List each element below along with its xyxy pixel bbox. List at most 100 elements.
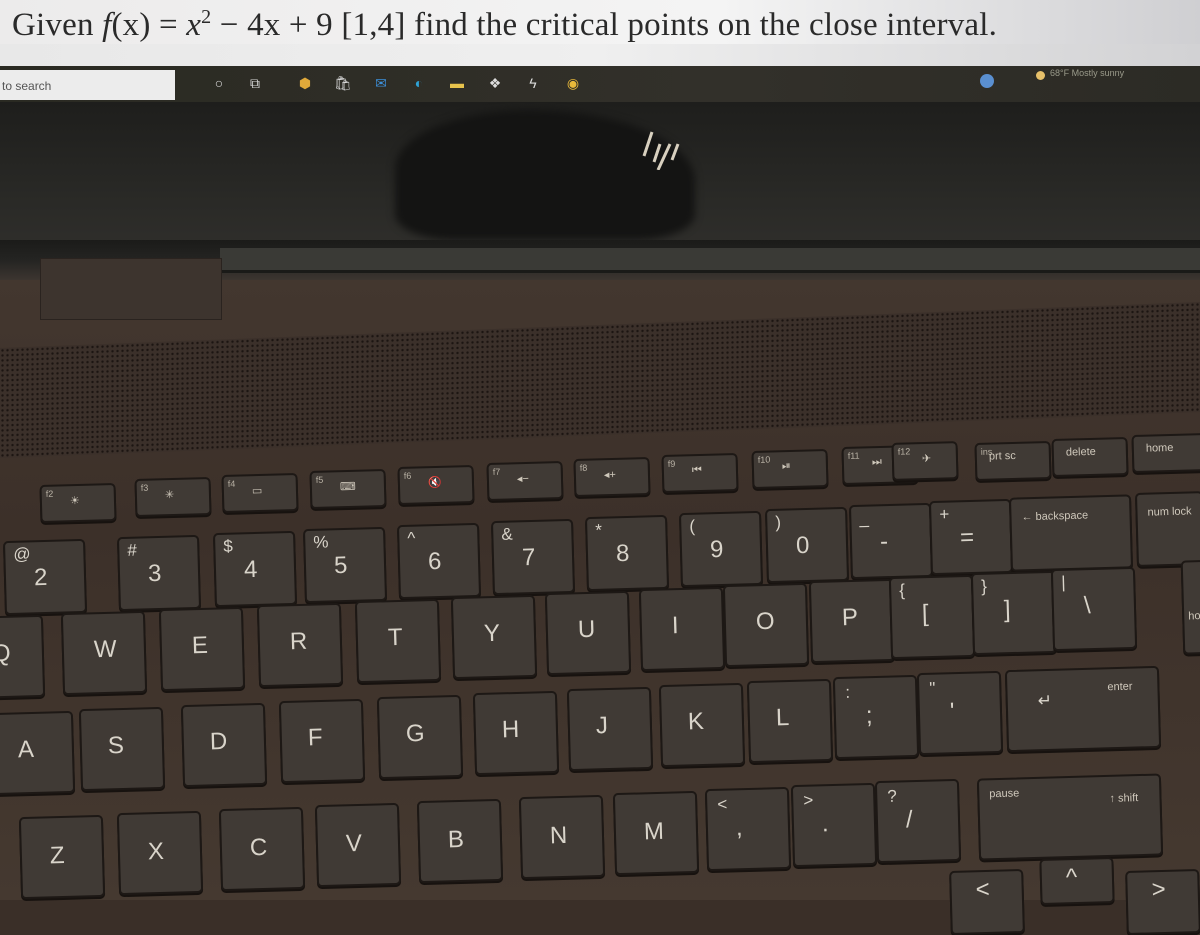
key-=[interactable]: + = xyxy=(928,498,1014,576)
key-H[interactable]: H xyxy=(472,690,560,776)
key-label: R xyxy=(289,627,308,656)
key-N[interactable]: N xyxy=(518,794,606,880)
key-X[interactable]: X xyxy=(116,810,204,896)
key-enter[interactable]: ↵ enter xyxy=(1004,665,1162,753)
key-P[interactable]: P xyxy=(808,578,896,664)
key-shift-label: ↵ xyxy=(1037,690,1053,711)
key-\[interactable]: | \ xyxy=(1050,566,1138,652)
key-J[interactable]: J xyxy=(566,686,654,772)
key-L[interactable]: L xyxy=(746,678,834,764)
key-shift-label: ? xyxy=(887,786,898,806)
fn-key-f7[interactable]: f7 ◂− xyxy=(486,460,564,502)
key-6[interactable]: ^ 6 xyxy=(396,522,482,600)
key-label: ^ xyxy=(1065,863,1078,892)
dropbox-icon[interactable]: ❖ xyxy=(486,74,504,92)
key-label: C xyxy=(249,833,268,862)
key-4[interactable]: $4 xyxy=(212,530,298,608)
hinge-bar xyxy=(220,248,1200,273)
key-/[interactable]: ? / xyxy=(874,778,962,864)
key-A[interactable]: A xyxy=(0,710,76,796)
key-B[interactable]: B xyxy=(416,798,504,884)
key-T[interactable]: T xyxy=(354,598,442,684)
key-Y[interactable]: Y xyxy=(450,594,538,680)
key-label: . xyxy=(821,810,830,838)
fn-key-f2[interactable]: f2 ☀ xyxy=(39,482,117,524)
fn-key-f3[interactable]: f3 ✳ xyxy=(134,476,212,518)
key-][interactable]: }] xyxy=(970,570,1058,656)
fn-key-f9[interactable]: f9 ⏮ xyxy=(661,452,739,494)
key-5[interactable]: % 5 xyxy=(302,526,388,604)
key-[[interactable]: {[ xyxy=(888,574,976,660)
fn-key-delete[interactable]: delete xyxy=(1051,436,1129,478)
key-;[interactable]: :; xyxy=(832,674,920,760)
key-.[interactable]: >. xyxy=(790,782,878,868)
key-W[interactable]: W xyxy=(60,610,148,696)
question-prefix: Given xyxy=(12,7,103,43)
arrow-key-right[interactable]: > xyxy=(1125,868,1200,935)
office-icon[interactable]: ⬢ xyxy=(296,74,314,92)
app-bolt-icon[interactable]: ϟ xyxy=(524,74,542,92)
key-I[interactable]: I xyxy=(638,586,726,672)
key-label: 8 xyxy=(615,539,630,568)
mail-icon[interactable]: ✉ xyxy=(372,74,390,92)
key-Z[interactable]: Z xyxy=(18,814,106,900)
chrome-icon[interactable]: ◉ xyxy=(564,74,582,92)
key-3[interactable]: #3 xyxy=(116,534,202,612)
key-label: 🔇 xyxy=(427,476,442,490)
key-label: P xyxy=(841,603,859,632)
arrow-key-up[interactable]: ^ xyxy=(1039,856,1115,906)
fn-key-f6[interactable]: f6 🔇 xyxy=(397,464,475,506)
cortana-circle-icon[interactable]: ○ xyxy=(210,74,228,92)
fn-key-f12[interactable]: f12 ✈ xyxy=(891,441,959,481)
key-label: ✈ xyxy=(921,452,932,466)
fn-key-home[interactable]: home xyxy=(1131,432,1200,474)
fn-key-f4[interactable]: f4 ▭ xyxy=(221,472,299,514)
key-label: 0 xyxy=(795,531,810,560)
key-num-lock[interactable]: num lock xyxy=(1134,491,1200,567)
key-M[interactable]: M xyxy=(612,790,700,876)
key-O[interactable]: O xyxy=(722,582,810,668)
fn-key-f10[interactable]: f10 ⏯ xyxy=(751,448,829,490)
key-F[interactable]: F xyxy=(278,698,366,784)
key-D[interactable]: D xyxy=(180,702,268,788)
fn-key-f5[interactable]: f5 ⌨ xyxy=(309,468,387,510)
key-label: S xyxy=(107,731,125,760)
key-0[interactable]: ) 0 xyxy=(764,506,850,584)
store-icon[interactable]: 🛍 xyxy=(334,74,352,92)
key-R[interactable]: R xyxy=(256,602,344,688)
file-explorer-icon[interactable]: ▬ xyxy=(448,74,466,92)
task-view-icon[interactable]: ⧉ xyxy=(246,74,264,92)
fn-key-ins[interactable]: ins prt sc xyxy=(974,440,1052,482)
key-C[interactable]: C xyxy=(218,806,306,892)
key-label: O xyxy=(755,607,775,636)
fn-key-f8[interactable]: f8 ◂+ xyxy=(573,456,651,498)
key-8[interactable]: * 8 xyxy=(584,514,670,592)
key-U[interactable]: U xyxy=(544,590,632,676)
fn-label: f7 xyxy=(492,466,501,477)
key-label: 5 xyxy=(333,551,348,580)
key--[interactable]: _ - xyxy=(848,502,934,580)
key-K[interactable]: K xyxy=(658,682,746,768)
edge-icon[interactable]: ◐ xyxy=(410,74,428,92)
weather-widget[interactable]: 68°F Mostly sunny xyxy=(1050,68,1124,78)
key-V[interactable]: V xyxy=(314,802,402,888)
key-←-backspace[interactable]: ← backspace xyxy=(1008,494,1134,572)
key-S[interactable]: S xyxy=(78,706,166,792)
fn-label: f10 xyxy=(757,454,771,465)
expr-rest: − 4x + 9 [1,4] find the critical points … xyxy=(211,7,998,43)
key-home-partial[interactable]: ho xyxy=(1180,559,1200,655)
help-icon[interactable] xyxy=(980,74,994,88)
key-,[interactable]: <, xyxy=(704,786,792,872)
key-G[interactable]: G xyxy=(376,694,464,780)
arrow-key-left[interactable]: < xyxy=(949,868,1025,935)
key-'[interactable]: " ' xyxy=(916,670,1004,756)
weather-sun-icon[interactable] xyxy=(1036,71,1045,80)
taskbar-search-placeholder[interactable]: to search xyxy=(2,79,51,93)
key-E[interactable]: E xyxy=(158,606,246,692)
key-7[interactable]: & 7 xyxy=(490,518,576,596)
key-label: H xyxy=(501,715,520,744)
key-2[interactable]: @2 xyxy=(2,538,88,616)
key-Q[interactable]: Q xyxy=(0,614,46,700)
key-shift[interactable]: pause ↑ shift xyxy=(976,773,1164,861)
key-9[interactable]: (9 xyxy=(678,510,764,588)
